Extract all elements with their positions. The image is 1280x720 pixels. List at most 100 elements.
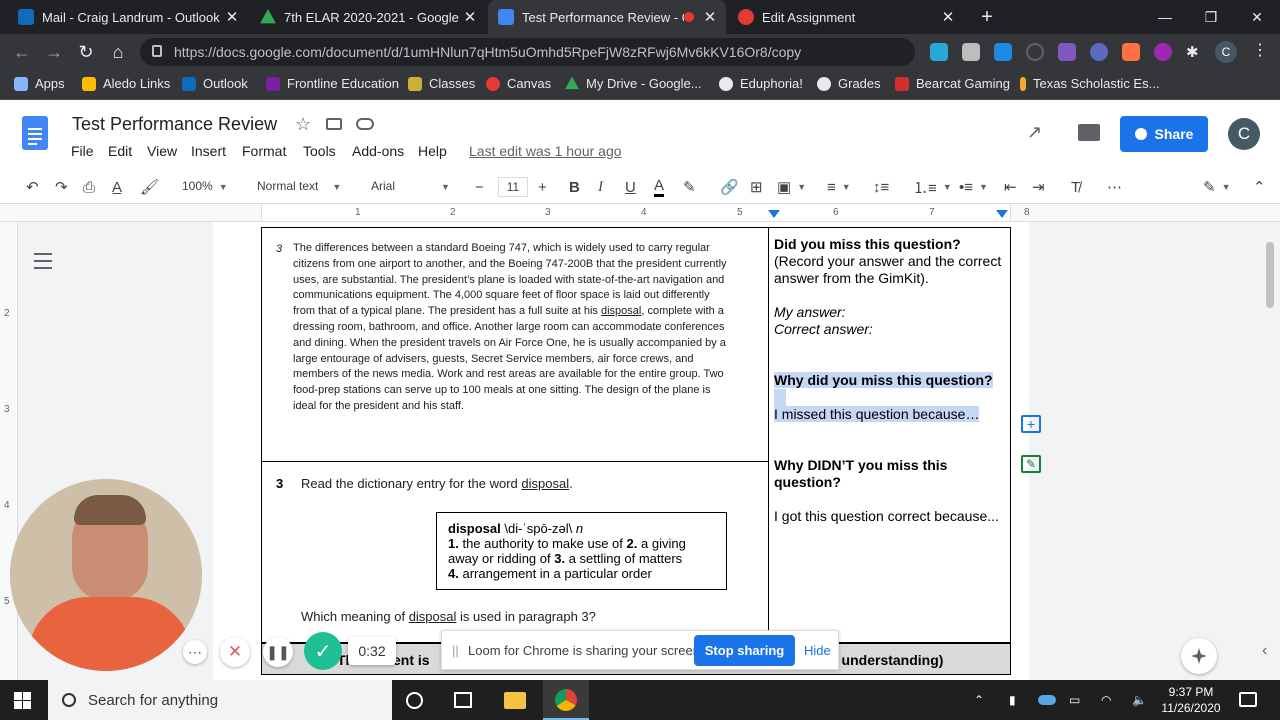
cortana-icon[interactable] (406, 692, 423, 709)
new-tab-button[interactable]: + (964, 0, 1010, 34)
notifications-icon[interactable] (1239, 692, 1257, 707)
menu-help[interactable]: Help (418, 143, 447, 159)
spellcheck-icon[interactable]: A̲ (112, 177, 122, 197)
minimize-button[interactable]: — (1142, 0, 1188, 34)
bookmark-classes[interactable]: Classes (408, 76, 475, 91)
indent-marker-icon[interactable] (768, 210, 780, 218)
explore-button[interactable] (1181, 638, 1217, 674)
add-comment-side-icon[interactable]: + (1021, 415, 1041, 433)
extension-icon[interactable] (994, 43, 1012, 61)
bookmark-canvas[interactable]: Canvas (486, 76, 551, 91)
bulleted-list-icon[interactable]: •≡ ▼ (959, 177, 988, 197)
tab-test-performance-review[interactable]: Test Performance Review - Go ✕ (488, 0, 726, 34)
share-button[interactable]: Share (1120, 116, 1208, 152)
extension-icon[interactable] (930, 43, 948, 61)
more-vert-icon[interactable]: ⋮ (1252, 40, 1268, 60)
extension-icon[interactable] (1026, 43, 1044, 61)
bookmark-aledo-links[interactable]: Aledo Links (82, 76, 170, 91)
close-window-button[interactable]: ✕ (1234, 0, 1280, 34)
table-cell-review[interactable]: Did you miss this question? (Record your… (768, 227, 1011, 643)
menu-view[interactable]: View (147, 143, 177, 159)
puzzle-icon[interactable]: ✱ (1186, 43, 1204, 61)
chrome-taskbar-button[interactable] (543, 680, 589, 720)
usb-icon[interactable]: ▮ (1009, 680, 1016, 720)
loom-finish-button[interactable]: ✓ (304, 632, 342, 670)
profile-avatar[interactable]: C (1215, 41, 1237, 63)
close-tab-icon[interactable]: ✕ (940, 8, 956, 26)
italic-icon[interactable]: I (598, 177, 603, 197)
loom-cancel-icon[interactable]: ✕ (220, 637, 250, 667)
numbered-list-icon[interactable]: ⒈≡ ▼ (913, 177, 952, 197)
close-tab-icon[interactable]: ✕ (702, 8, 718, 26)
decrease-font-size-button[interactable]: − (475, 177, 484, 197)
line-spacing-icon[interactable]: ↕≡ (873, 177, 889, 197)
font-size-input[interactable]: 11 (498, 177, 528, 197)
zoom-select[interactable]: 100% ▼ (182, 179, 228, 193)
activity-trend-icon[interactable]: ↗ (1027, 122, 1042, 143)
table-cell-question[interactable]: 3 Read the dictionary entry for the word… (261, 461, 769, 643)
align-icon[interactable]: ≡ ▼ (827, 177, 851, 197)
right-indent-marker-icon[interactable] (996, 210, 1008, 218)
loom-more-icon[interactable]: ⋯ (183, 640, 207, 664)
extension-icon[interactable] (1154, 43, 1172, 61)
cloud-saved-icon[interactable] (356, 118, 374, 130)
loom-pause-icon[interactable]: ❚❚ (263, 637, 293, 667)
editing-mode-icon[interactable]: ✎ ▼ (1203, 177, 1231, 197)
close-tab-icon[interactable]: ✕ (224, 8, 240, 26)
insert-image-icon[interactable]: ▣ ▼ (777, 177, 806, 197)
menu-insert[interactable]: Insert (191, 143, 226, 159)
vertical-scrollbar[interactable] (1266, 242, 1274, 308)
star-icon[interactable]: ☆ (295, 114, 311, 135)
reload-icon[interactable]: ↻ (74, 40, 98, 64)
style-select[interactable]: Normal text ▼ (257, 179, 341, 193)
extension-icon[interactable] (1058, 43, 1076, 61)
insert-link-icon[interactable]: 🔗 (720, 177, 739, 197)
increase-indent-icon[interactable]: ⇥ (1032, 177, 1045, 197)
bold-icon[interactable]: B (569, 177, 580, 197)
menu-file[interactable]: File (71, 143, 94, 159)
file-explorer-icon[interactable] (504, 692, 526, 709)
document-outline-icon[interactable] (34, 253, 52, 269)
tray-chevron-icon[interactable]: ⌃ (974, 680, 984, 720)
battery-icon[interactable]: ▭ (1069, 680, 1080, 720)
menu-format[interactable]: Format (242, 143, 286, 159)
decrease-indent-icon[interactable]: ⇤ (1004, 177, 1017, 197)
table-cell-passage[interactable]: 3 The differences between a standard Boe… (261, 227, 769, 462)
close-tab-icon[interactable]: ✕ (462, 8, 478, 26)
document-page[interactable]: 3 The differences between a standard Boe… (213, 222, 1029, 680)
home-icon[interactable]: ⌂ (106, 40, 130, 64)
extension-icon[interactable] (962, 43, 980, 61)
stop-sharing-button[interactable]: Stop sharing (694, 635, 795, 666)
more-options-icon[interactable]: ⋯ (1107, 177, 1122, 197)
restore-button[interactable]: ❐ (1188, 0, 1234, 34)
volume-icon[interactable]: 🔈 (1132, 680, 1147, 720)
tab-outlook-mail[interactable]: Mail - Craig Landrum - Outlook ✕ (8, 0, 248, 34)
move-to-folder-icon[interactable] (326, 118, 342, 130)
undo-icon[interactable]: ↶ (26, 177, 39, 197)
extension-icon[interactable] (1090, 43, 1108, 61)
redo-icon[interactable]: ↷ (55, 177, 68, 197)
increase-font-size-button[interactable]: + (538, 177, 547, 197)
google-docs-logo-icon[interactable] (22, 116, 48, 150)
windows-start-icon[interactable] (14, 692, 31, 709)
hide-menus-chevron-icon[interactable]: ⌃ (1253, 177, 1266, 197)
bookmark-my-drive[interactable]: My Drive - Google... (565, 76, 702, 91)
font-select[interactable]: Arial ▼ (371, 179, 450, 193)
tab-google-drive[interactable]: 7th ELAR 2020-2021 - Google Dr ✕ (250, 0, 486, 34)
add-comment-icon[interactable]: ⊞ (750, 177, 763, 197)
paint-format-icon[interactable]: 🖌 (140, 177, 159, 197)
bookmark-bearcat-gaming[interactable]: Bearcat Gaming (895, 76, 1010, 91)
drag-handle-icon[interactable]: || (452, 643, 459, 658)
underline-icon[interactable]: U (625, 177, 636, 197)
last-edit-link[interactable]: Last edit was 1 hour ago (469, 143, 622, 159)
print-icon[interactable]: ⎙ (83, 177, 95, 197)
text-color-icon[interactable]: A (654, 177, 665, 197)
back-arrow-icon[interactable]: ← (10, 40, 34, 64)
wifi-icon[interactable]: ◠ (1101, 680, 1111, 720)
account-avatar[interactable]: C (1228, 118, 1260, 150)
hide-sharing-bar-button[interactable]: Hide (804, 643, 831, 658)
loom-webcam-bubble[interactable] (10, 479, 202, 671)
extension-icon[interactable] (1122, 43, 1140, 61)
clear-formatting-icon[interactable]: T̸ (1071, 177, 1080, 197)
bookmark-texas-scholastic[interactable]: Texas Scholastic Es... (1020, 76, 1159, 91)
